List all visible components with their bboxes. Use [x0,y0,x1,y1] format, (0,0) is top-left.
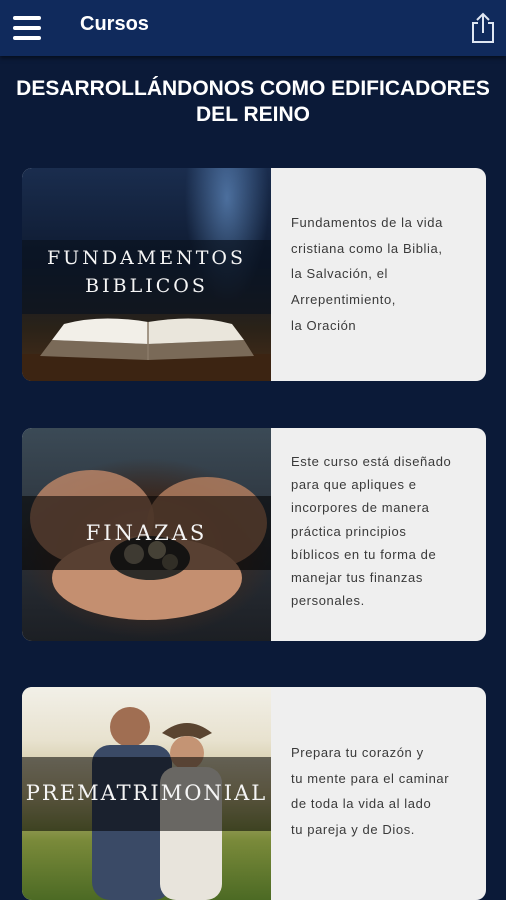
description-line: la Oración [291,317,357,333]
banner-title: FINAZAS [85,521,208,545]
banner-title-line-1: FUNDAMENTOS [47,247,246,269]
page-title: DESARROLLÁNDONOS COMO EDIFICADORES DEL R… [10,76,496,128]
course-card-fundamentos[interactable]: FUNDAMENTOS BIBLICOS Fundamentos de la v… [22,168,486,381]
description-line: Fundamentos de la vida [291,215,443,230]
description-line: la Salvación, el [291,266,389,282]
course-card-prematrimonial[interactable]: PREMATRIMONIAL Prepara tu corazón y tu m… [22,687,486,900]
description-line: Arrepentimiento, [291,292,396,308]
description-line: bíblicos en tu forma de [291,546,437,562]
description-line: tu mente para el caminar [291,770,450,786]
hamburger-menu-icon[interactable] [13,16,41,40]
page-title-line-1: DESARROLLÁNDONOS COMO EDIFICADORES [16,77,490,100]
description-line: tu pareja y de Dios. [291,822,416,838]
banner-title: FUNDAMENTOS BIBLICOS [22,244,271,300]
description-line: cristiana como la Biblia, [291,240,443,256]
app-bar-title: Cursos [80,13,149,35]
app-bar: Cursos [0,0,506,56]
banner-title-line-2: BIBLICOS [85,275,208,297]
description-line: personales. [291,593,365,609]
description-line: Este curso está diseñado [291,454,452,469]
course-description: Este curso está diseñado para que apliqu… [291,450,478,612]
description-line: de toda la vida al lado [291,796,432,812]
page-title-line-2: DEL REINO [196,103,310,126]
share-icon[interactable] [470,12,496,44]
course-image-prematrimonial: PREMATRIMONIAL [22,687,271,900]
course-image-finazas: FINAZAS [22,428,271,641]
description-line: manejar tus finanzas [291,569,423,585]
description-line: para que apliques e [291,477,417,493]
description-line: Prepara tu corazón y [291,745,424,760]
course-card-finazas[interactable]: FINAZAS Este curso está diseñado para qu… [22,428,486,641]
course-image-fundamentos: FUNDAMENTOS BIBLICOS [22,168,271,381]
course-description: Fundamentos de la vida cristiana como la… [291,210,478,338]
description-line: incorpores de manera [291,500,430,516]
banner-title: PREMATRIMONIAL [25,781,268,805]
open-book-illustration [22,318,271,381]
course-description: Prepara tu corazón y tu mente para el ca… [291,740,478,843]
description-line: práctica principios [291,523,407,539]
